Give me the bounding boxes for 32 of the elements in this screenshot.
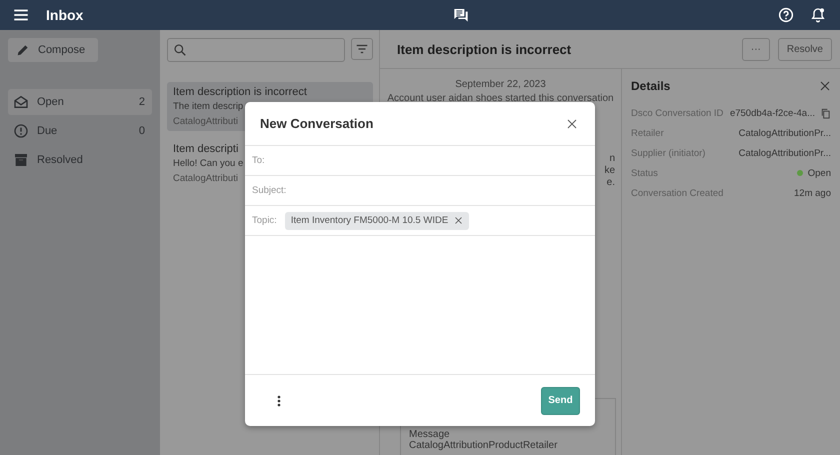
app-title: Inbox bbox=[46, 7, 84, 23]
item-count: 0 bbox=[138, 125, 145, 137]
detail-value: CatalogAttributionPr... bbox=[738, 148, 831, 158]
detail-label: Status bbox=[631, 168, 658, 178]
dialog-title: New Conversation bbox=[260, 116, 374, 131]
conversation-title: Item descripti bbox=[173, 143, 238, 155]
message-text: n bbox=[608, 153, 615, 165]
detail-value: e750db4a-f2ce-4a... bbox=[730, 108, 815, 118]
details-title: Details bbox=[631, 79, 670, 93]
message-text: ke bbox=[604, 165, 615, 177]
item-count: 2 bbox=[138, 96, 145, 108]
field-label: To: bbox=[252, 155, 265, 166]
conversation-heading: Item description is incorrect bbox=[397, 42, 572, 56]
detail-label: Supplier (initiator) bbox=[631, 148, 706, 158]
field-label: Topic: bbox=[252, 215, 277, 226]
date-label: September 22, 2023 bbox=[455, 79, 546, 90]
detail-label: Dsco Conversation ID bbox=[631, 108, 724, 118]
conversation-title: Item description is incorrect bbox=[173, 86, 307, 98]
detail-value: Open bbox=[808, 168, 831, 178]
field-label: Subject: bbox=[252, 185, 286, 196]
sender-name: CatalogAttributi bbox=[173, 116, 238, 127]
message-text: Message bbox=[409, 429, 451, 440]
event-text: Account user aidan shoes started this conversation bbox=[387, 93, 614, 104]
message-text: CatalogAttributionProductRetailer bbox=[409, 440, 558, 451]
message-text: e. bbox=[606, 177, 615, 189]
sender-name: CatalogAttributi bbox=[173, 173, 238, 184]
detail-label: Conversation Created bbox=[631, 188, 724, 198]
message-preview: Hello! Can you e bbox=[173, 158, 244, 169]
detail-value: 12m ago bbox=[794, 188, 831, 198]
message-preview: The item descrip bbox=[173, 101, 244, 112]
detail-value: CatalogAttributionPr... bbox=[738, 128, 831, 138]
detail-label: Retailer bbox=[631, 128, 664, 138]
